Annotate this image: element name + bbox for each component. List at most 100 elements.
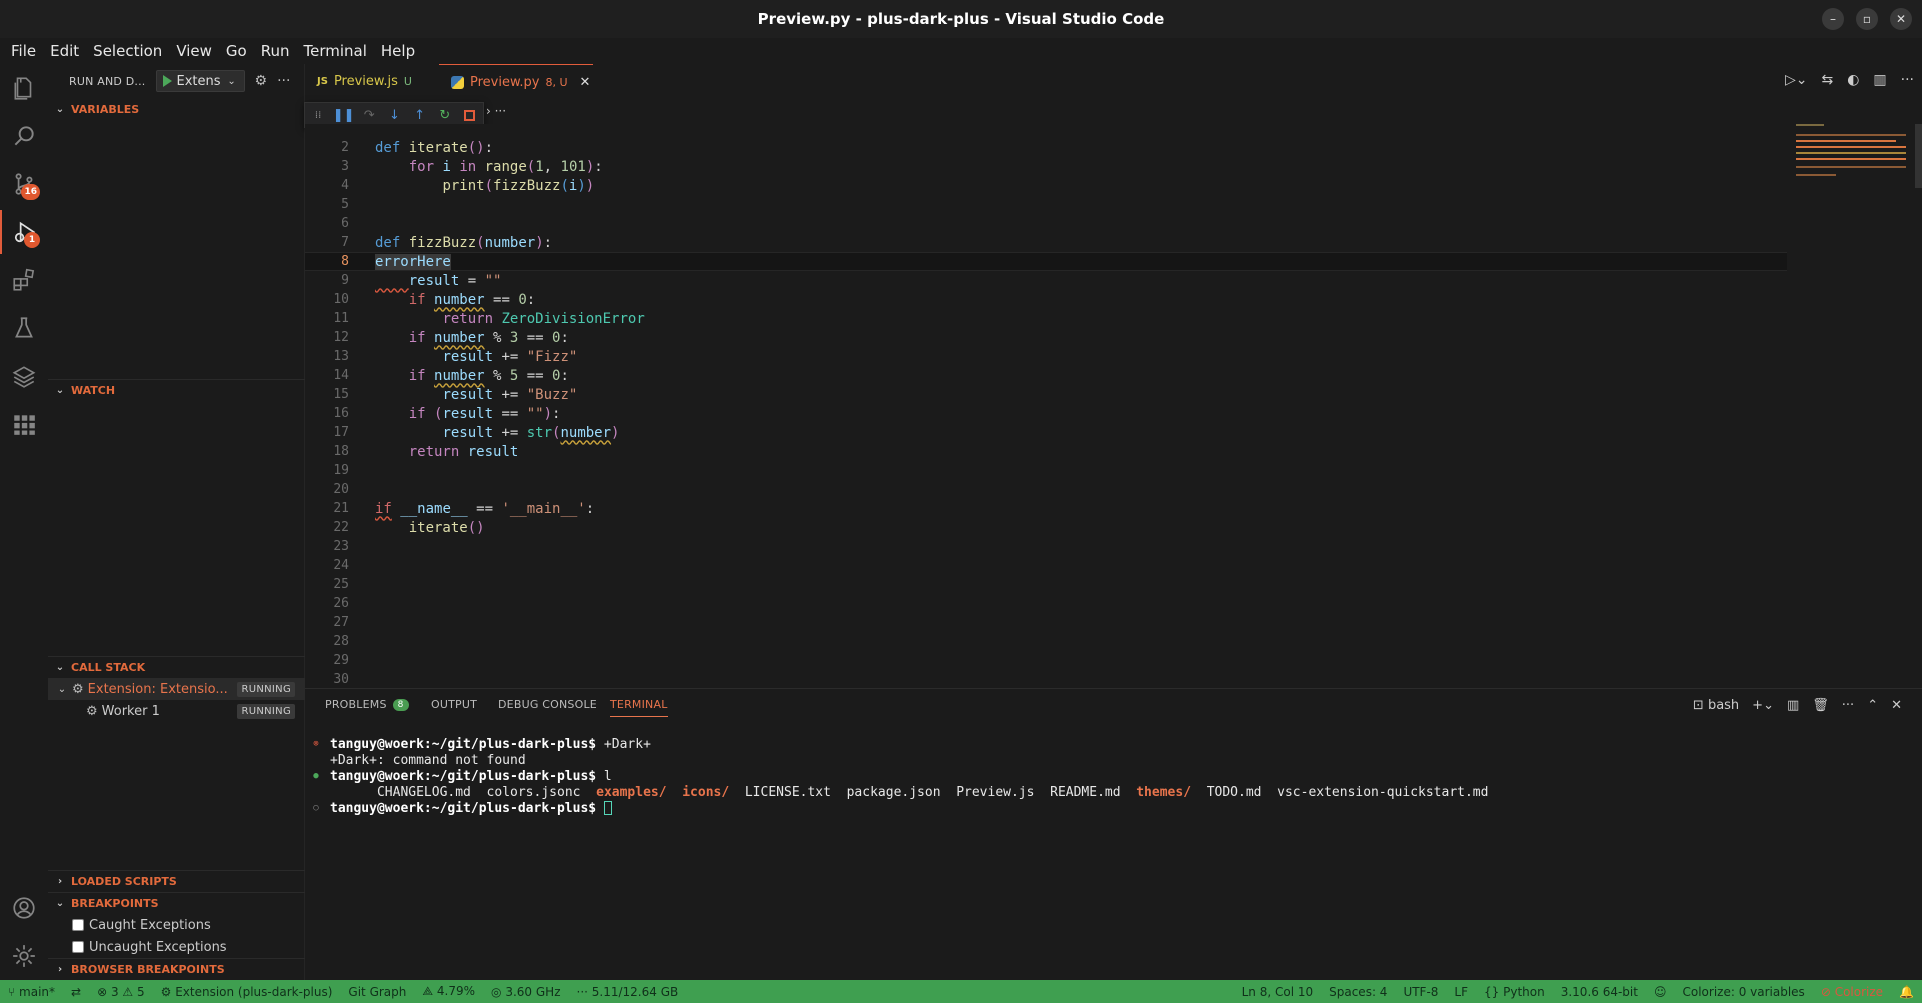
loaded-scripts-section-header[interactable]: › LOADED SCRIPTS <box>48 870 305 892</box>
breakpoint-uncaught[interactable]: Uncaught Exceptions <box>72 936 227 958</box>
mem-value: 5.11/12.64 GB <box>591 984 679 999</box>
split-terminal-icon[interactable]: ▥ <box>1787 698 1799 713</box>
line-number: 24 <box>333 558 349 573</box>
menu-view[interactable]: View <box>169 42 219 60</box>
line-endings[interactable]: LF <box>1446 985 1476 999</box>
account-icon[interactable] <box>0 886 48 930</box>
tab-terminal[interactable]: TERMINAL <box>610 698 668 717</box>
layers-icon[interactable] <box>0 354 48 398</box>
debug-status[interactable]: ⚙ Extension (plus-dark-plus) <box>153 985 341 999</box>
split-editor-icon[interactable]: ▥ <box>1873 72 1886 88</box>
line-number: 29 <box>333 653 349 668</box>
idle-dot-icon: ○ <box>313 803 319 813</box>
maximize-button[interactable]: ▫ <box>1856 8 1878 30</box>
step-into-icon[interactable]: ↓ <box>386 107 402 124</box>
drag-handle-icon[interactable]: ⁞⁞ <box>310 107 326 124</box>
menu-terminal[interactable]: Terminal <box>297 42 374 60</box>
breakpoints-section-header[interactable]: ⌄ BREAKPOINTS <box>48 892 305 914</box>
run-file-icon[interactable]: ▷⌄ <box>1785 72 1808 88</box>
menu-run[interactable]: Run <box>254 42 297 60</box>
tab-debug-console[interactable]: DEBUG CONSOLE <box>498 698 597 711</box>
caught-exceptions-checkbox[interactable] <box>72 919 84 931</box>
browser-breakpoints-section-header[interactable]: › BROWSER BREAKPOINTS <box>48 958 305 980</box>
menu-edit[interactable]: Edit <box>43 42 86 60</box>
uncaught-exceptions-checkbox[interactable] <box>72 941 84 953</box>
chevron-down-icon[interactable]: ⌄ <box>226 76 238 87</box>
callstack-item[interactable]: ⌄ ⚙ Extension: Extensio... RUNNING <box>48 678 305 700</box>
copilot-icon[interactable]: ☺ <box>1646 985 1675 999</box>
file-entry: LICENSE.txt <box>744 784 831 800</box>
menu-go[interactable]: Go <box>219 42 254 60</box>
more-actions-icon[interactable]: ··· <box>277 73 290 89</box>
restart-icon[interactable]: ↻ <box>437 107 453 124</box>
tab-output[interactable]: OUTPUT <box>431 698 477 711</box>
minimize-button[interactable]: – <box>1822 8 1844 30</box>
tab-label: DEBUG CONSOLE <box>498 698 597 711</box>
extensions-icon[interactable] <box>0 258 48 302</box>
more-actions-icon[interactable]: ··· <box>1842 698 1854 713</box>
breakpoint-caught[interactable]: Caught Exceptions <box>72 914 211 936</box>
explorer-icon[interactable] <box>0 66 48 110</box>
problems-status[interactable]: ⊗ 3 ⚠ 5 <box>89 985 153 999</box>
python-interpreter[interactable]: 3.10.6 64-bit <box>1553 985 1646 999</box>
cursor-position[interactable]: Ln 8, Col 10 <box>1234 985 1322 999</box>
chevron-down-icon: ⌄ <box>55 385 65 396</box>
step-over-icon[interactable]: ↷ <box>361 107 377 124</box>
settings-gear-icon[interactable] <box>0 934 48 978</box>
notifications-bell-icon[interactable]: 🔔 <box>1891 985 1922 999</box>
trash-icon[interactable]: 🗑 <box>1812 698 1829 713</box>
terminal-cursor <box>603 801 612 815</box>
callstack-section-header[interactable]: ⌄ CALL STACK <box>48 656 305 678</box>
terminal-line[interactable]: ○ tanguy@woerk:~/git/plus-dark-plus$ <box>305 800 1905 816</box>
callstack-item[interactable]: ⚙ Worker 1 RUNNING <box>48 700 305 722</box>
minimap[interactable] <box>1787 124 1922 688</box>
indentation[interactable]: Spaces: 4 <box>1321 985 1395 999</box>
watch-section-header[interactable]: ⌄ WATCH <box>48 379 305 401</box>
terminal-shell-select[interactable]: ⊡ bash <box>1693 698 1739 713</box>
stop-icon[interactable] <box>462 107 478 124</box>
close-tab-icon[interactable]: ✕ <box>580 75 591 90</box>
colorize-toggle[interactable]: ⊘ Colorize <box>1812 984 1892 999</box>
close-window-button[interactable]: ✕ <box>1890 8 1912 30</box>
sync-icon[interactable]: ⇄ <box>63 985 89 999</box>
maximize-panel-icon[interactable]: ⌃ <box>1867 698 1878 713</box>
play-icon <box>162 75 172 87</box>
gear-icon[interactable]: ⚙ <box>255 73 268 89</box>
colorize-status[interactable]: Colorize: 0 variables <box>1674 985 1812 999</box>
launch-config-select[interactable]: Extens <box>177 74 221 89</box>
menu-file[interactable]: File <box>4 42 43 60</box>
source-control-icon[interactable]: 16 <box>0 162 48 206</box>
code-line: 3 for i in range(1, 101): <box>305 157 1787 176</box>
line-number: 4 <box>341 178 349 193</box>
close-panel-icon[interactable]: ✕ <box>1891 698 1902 713</box>
file-entry: vsc-extension-quickstart.md <box>1277 784 1489 800</box>
search-icon[interactable] <box>0 114 48 158</box>
apps-grid-icon[interactable] <box>0 402 48 446</box>
new-terminal-icon[interactable]: +⌄ <box>1752 698 1774 713</box>
debug-badge: 1 <box>24 232 40 248</box>
run-debug-icon[interactable]: 1 <box>0 210 48 254</box>
pause-icon[interactable]: ❚❚ <box>333 107 355 124</box>
code-editor[interactable]: 2 def iterate(): 3 for i in range(1, 101)… <box>305 124 1787 688</box>
menu-selection[interactable]: Selection <box>86 42 169 60</box>
variables-section-header[interactable]: ⌄ VARIABLES <box>48 98 305 120</box>
tab-problems[interactable]: PROBLEMS 8 <box>325 698 409 711</box>
testing-icon[interactable] <box>0 306 48 350</box>
tab-preview-js[interactable]: JS Preview.js U <box>305 64 439 99</box>
terminal-line: ⊗ tanguy@woerk:~/git/plus-dark-plus$ +Da… <box>305 736 1905 752</box>
theme-toggle-icon[interactable]: ◐ <box>1847 72 1859 88</box>
more-actions-icon[interactable]: ··· <box>1901 72 1914 88</box>
start-debugging-button[interactable]: Extens ⌄ <box>155 70 245 92</box>
compare-changes-icon[interactable]: ⇆ <box>1821 72 1833 88</box>
step-out-icon[interactable]: ↑ <box>412 107 428 124</box>
menu-help[interactable]: Help <box>374 42 422 60</box>
code-line: 29 <box>305 651 1787 670</box>
tab-preview-py[interactable]: Preview.py 8, U ✕ <box>439 64 593 99</box>
language-mode[interactable]: {} Python <box>1476 985 1553 999</box>
breadcrumb[interactable]: › ··· <box>486 104 506 118</box>
git-graph-button[interactable]: Git Graph <box>340 985 414 999</box>
code-line: 12 if number % 3 == 0: <box>305 328 1787 347</box>
encoding[interactable]: UTF-8 <box>1395 985 1446 999</box>
branch-status[interactable]: ⑂ main* <box>0 985 63 999</box>
tab-label: PROBLEMS <box>325 698 387 711</box>
